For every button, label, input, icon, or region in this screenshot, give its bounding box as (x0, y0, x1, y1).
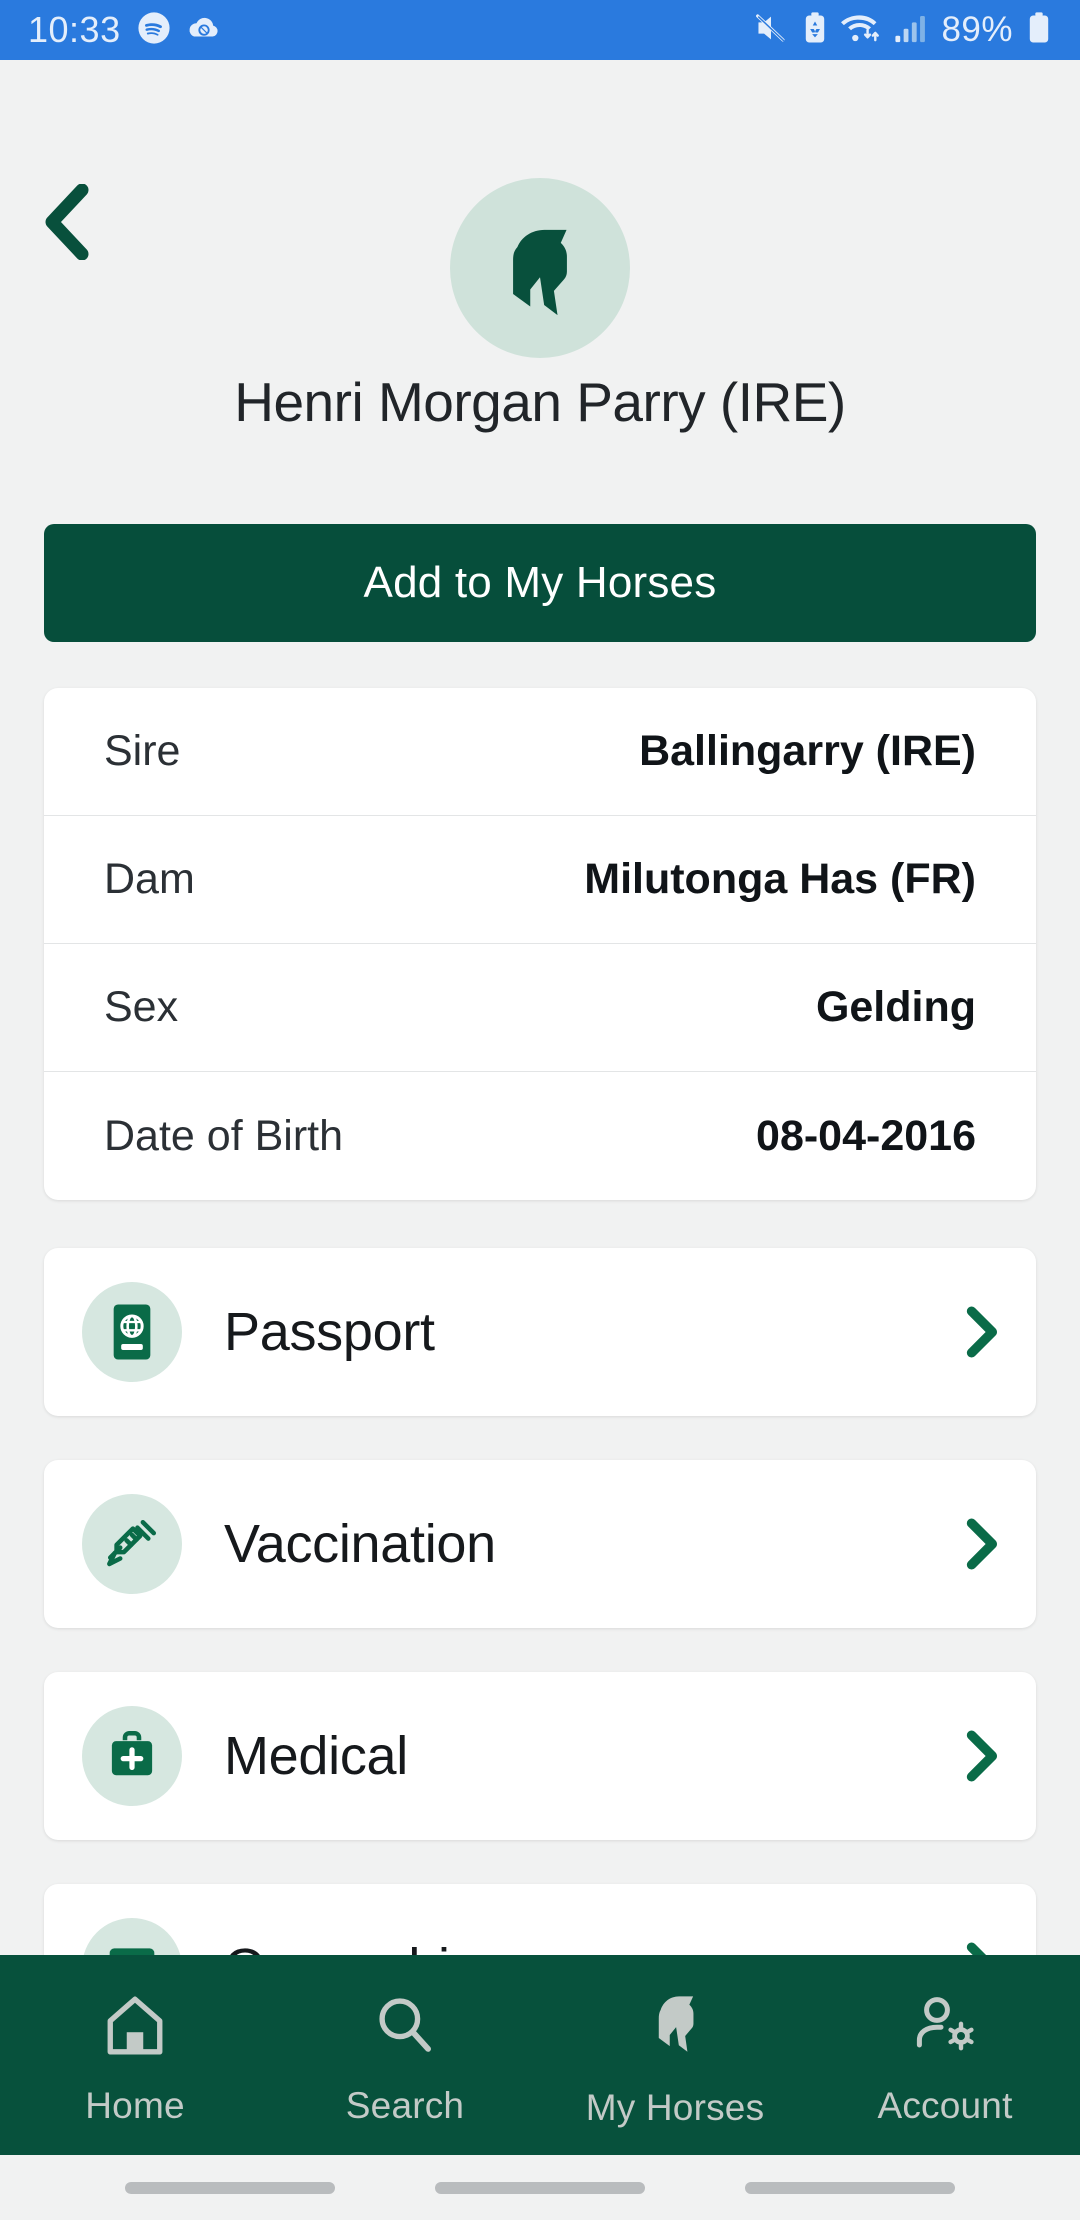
table-row: Dam Milutonga Has (FR) (44, 816, 1036, 944)
status-bar-clock: 10:33 (28, 9, 121, 50)
page-title: Henri Morgan Parry (IRE) (234, 371, 846, 433)
battery-saver-icon (802, 11, 828, 50)
add-to-my-horses-button[interactable]: Add to My Horses (44, 524, 1036, 642)
nav-item-account[interactable]: Account (810, 1955, 1080, 2155)
account-gear-icon (911, 1992, 979, 2063)
back-button[interactable] (22, 178, 114, 270)
horse-avatar (450, 178, 630, 358)
system-gesture-area (0, 2155, 1080, 2220)
detail-value: Gelding (815, 983, 976, 1031)
gesture-bar-left[interactable] (125, 2181, 335, 2194)
nav-label: Search (345, 2084, 465, 2126)
menu-item-passport[interactable]: Passport (44, 1248, 1036, 1416)
cloud-sync-icon (187, 13, 221, 48)
table-row: Date of Birth 08-04-2016 (44, 1072, 1036, 1200)
detail-value: Milutonga Has (FR) (584, 855, 976, 903)
bottom-navigation-bar: Home Search My Horses Account (0, 1955, 1080, 2155)
table-row: Sire Ballingarry (IRE) (44, 688, 1036, 816)
search-icon (372, 1992, 438, 2063)
status-bar-right: 89% (753, 10, 1052, 50)
chevron-right-icon (964, 1729, 998, 1783)
menu-item-label: Passport (224, 1302, 435, 1362)
status-bar: 10:33 89% (0, 0, 1080, 60)
nav-item-my-horses[interactable]: My Horses (540, 1955, 810, 2155)
nav-label: Account (877, 2084, 1013, 2126)
syringe-icon (82, 1494, 182, 1594)
horse-head-icon (487, 210, 593, 327)
nav-item-home[interactable]: Home (0, 1955, 270, 2155)
chevron-right-icon (964, 1305, 998, 1359)
gesture-bar-center[interactable] (435, 2181, 645, 2194)
passport-book-icon (82, 1282, 182, 1382)
horse-head-icon (642, 1990, 708, 2065)
status-bar-left: 10:33 (28, 9, 221, 51)
menu-item-label: Medical (224, 1726, 408, 1786)
chevron-right-icon (964, 1517, 998, 1571)
battery-percentage: 89% (941, 10, 1013, 49)
detail-label: Date of Birth (104, 1111, 343, 1160)
battery-icon (1026, 11, 1052, 50)
detail-label: Sex (104, 983, 179, 1031)
nav-item-search[interactable]: Search (270, 1955, 540, 2155)
detail-label: Sire (104, 727, 181, 775)
nav-label: My Horses (585, 2086, 765, 2128)
medical-bag-icon (82, 1706, 182, 1806)
menu-item-label: Vaccination (224, 1514, 496, 1574)
app-screen: 10:33 89% Henri Morgan Parry (IRE) Add t… (0, 0, 1080, 2220)
nav-label: Home (85, 2084, 185, 2126)
detail-label: Dam (104, 855, 195, 903)
cellular-signal-icon (894, 12, 928, 49)
menu-item-medical[interactable]: Medical (44, 1672, 1036, 1840)
menu-item-vaccination[interactable]: Vaccination (44, 1460, 1036, 1628)
detail-value: Ballingarry (IRE) (639, 727, 976, 775)
table-row: Sex Gelding (44, 944, 1036, 1072)
wifi-icon (841, 12, 881, 49)
home-icon (102, 1992, 168, 2063)
back-chevron-icon (42, 183, 94, 265)
spotify-icon (137, 11, 171, 50)
mute-icon (753, 12, 789, 49)
horse-details-card: Sire Ballingarry (IRE) Dam Milutonga Has… (44, 688, 1036, 1200)
gesture-bar-right[interactable] (745, 2181, 955, 2194)
detail-value: 08-04-2016 (756, 1111, 976, 1160)
